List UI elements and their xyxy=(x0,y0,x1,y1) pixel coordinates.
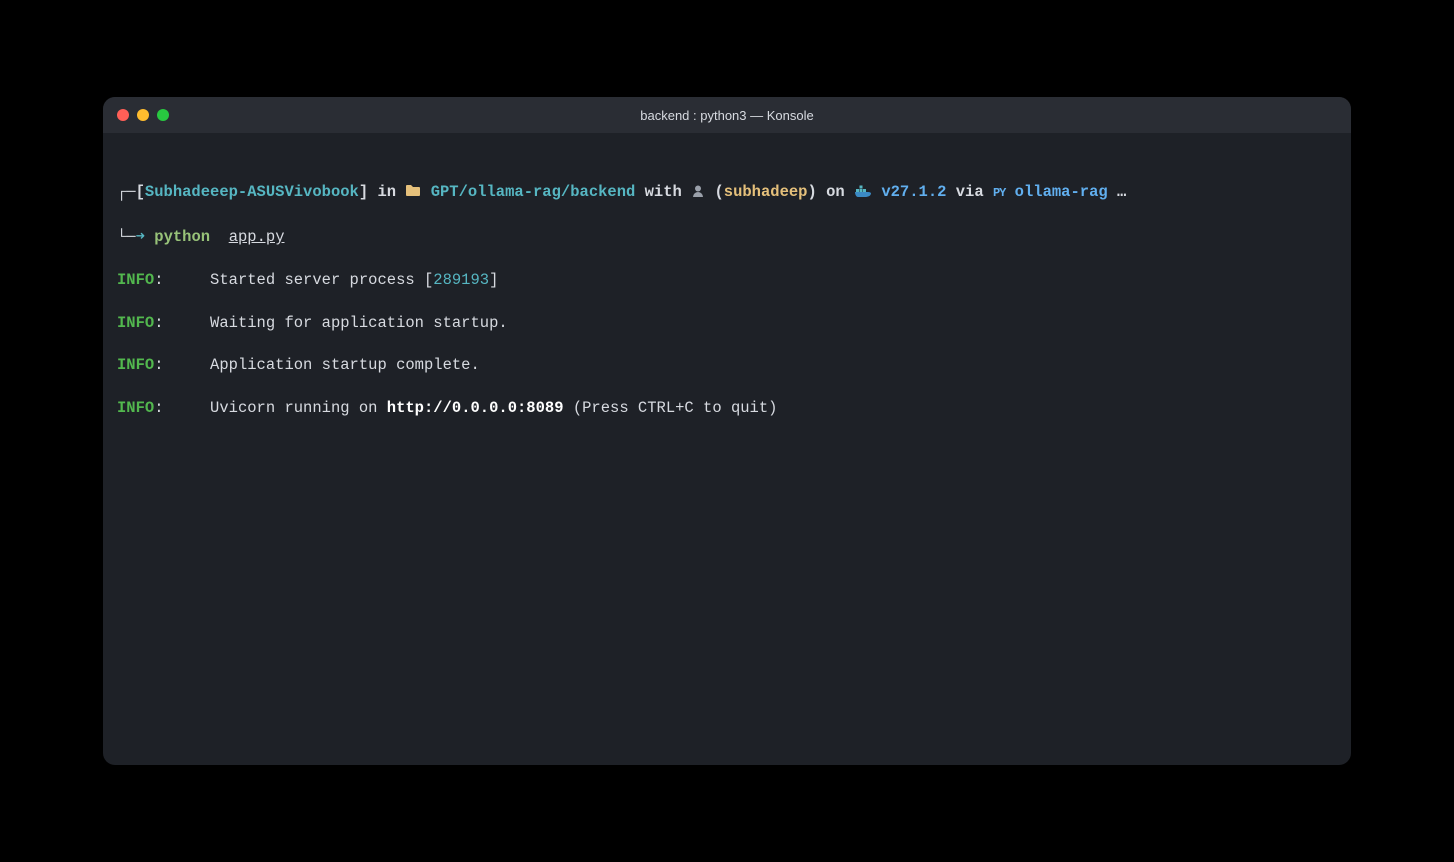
prompt-line-1: ┌─[Subhadeeep-ASUSVivobook] in GPT/ollam… xyxy=(117,182,1337,205)
traffic-lights xyxy=(103,109,169,121)
venv-name: ollama-rag xyxy=(1005,183,1107,201)
bracket-close: ] xyxy=(359,183,368,201)
hostname: Subhadeeep-ASUSVivobook xyxy=(145,183,359,201)
paren-open: ( xyxy=(714,183,723,201)
terminal-window: backend : python3 — Konsole ┌─[Subhadeee… xyxy=(103,97,1351,765)
window-title: backend : python3 — Konsole xyxy=(103,108,1351,123)
prompt-corner: ┌─ xyxy=(117,183,136,201)
log-level: INFO xyxy=(117,356,154,374)
terminal-body[interactable]: ┌─[Subhadeeep-ASUSVivobook] in GPT/ollam… xyxy=(103,133,1351,765)
docker-version: v27.1.2 xyxy=(872,183,946,201)
whale-icon xyxy=(854,184,872,205)
python-icon: PY xyxy=(993,186,1005,200)
prompt-line-2: └─➜ python app.py xyxy=(117,227,1337,248)
with-label: with xyxy=(635,183,691,201)
log-text: Started server process [ xyxy=(164,271,434,289)
log-line: INFO: Application startup complete. xyxy=(117,355,1337,376)
minimize-icon[interactable] xyxy=(137,109,149,121)
paren-close: ) xyxy=(807,183,816,201)
via-label: via xyxy=(946,183,993,201)
on-label: on xyxy=(817,183,854,201)
close-icon[interactable] xyxy=(117,109,129,121)
log-line: INFO: Waiting for application startup. xyxy=(117,313,1337,334)
folder-icon xyxy=(405,183,421,201)
username: subhadeep xyxy=(724,183,808,201)
log-text: Waiting for application startup. xyxy=(164,314,508,332)
maximize-icon[interactable] xyxy=(157,109,169,121)
prompt-corner-bottom: └─ xyxy=(117,228,136,246)
ellipsis: … xyxy=(1108,183,1127,201)
log-level: INFO xyxy=(117,314,154,332)
process-id: 289193 xyxy=(433,271,489,289)
log-level: INFO xyxy=(117,271,154,289)
prompt-arrow: ➜ xyxy=(136,228,145,246)
titlebar[interactable]: backend : python3 — Konsole xyxy=(103,97,1351,133)
user-icon xyxy=(691,183,705,201)
cwd-path: GPT/ollama-rag/backend xyxy=(421,183,635,201)
log-text: Application startup complete. xyxy=(164,356,480,374)
log-text: Uvicorn running on xyxy=(164,399,387,417)
log-level: INFO xyxy=(117,399,154,417)
bracket-open: [ xyxy=(136,183,145,201)
log-line: INFO: Started server process [289193] xyxy=(117,270,1337,291)
command-arg: app.py xyxy=(229,228,285,246)
log-line: INFO: Uvicorn running on http://0.0.0.0:… xyxy=(117,398,1337,419)
server-url: http://0.0.0.0:8089 xyxy=(387,399,564,417)
in-label: in xyxy=(368,183,405,201)
command-name: python xyxy=(154,228,210,246)
